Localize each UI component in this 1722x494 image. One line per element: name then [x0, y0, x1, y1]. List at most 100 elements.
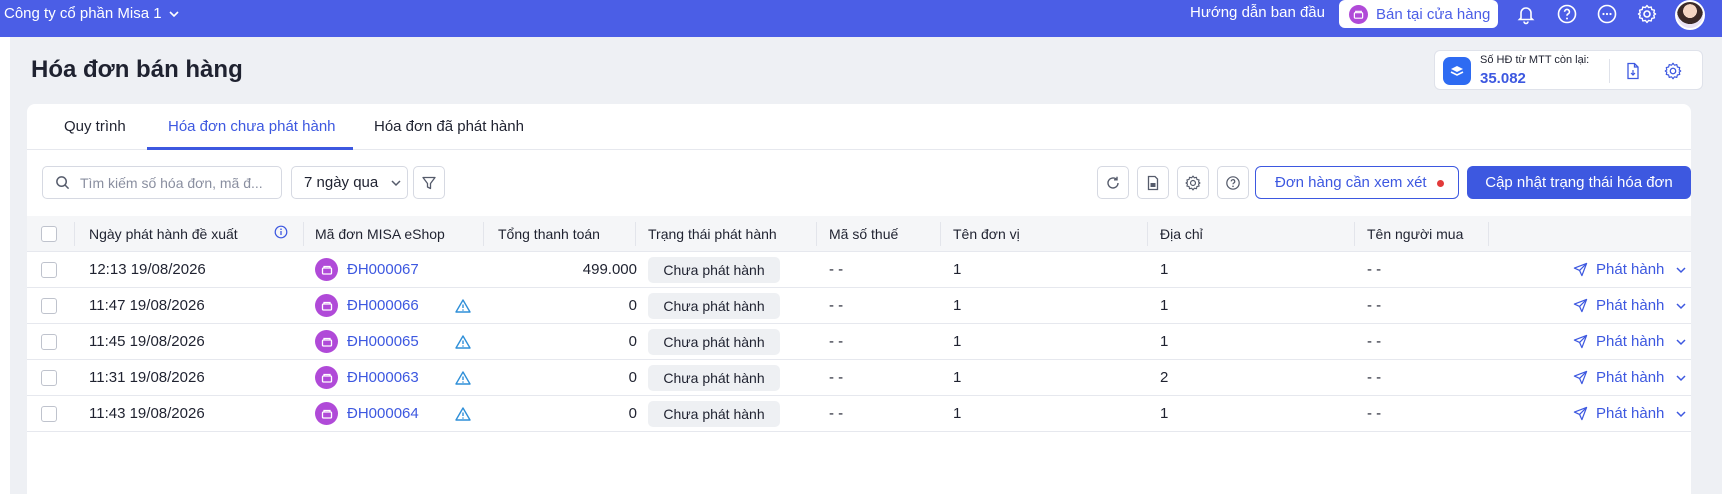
status-badge: Chưa phát hành — [648, 257, 780, 283]
column-header-address[interactable]: Địa chỉ — [1160, 226, 1203, 242]
cell-unit: 1 — [953, 297, 962, 314]
send-icon — [1573, 370, 1588, 385]
row-checkbox[interactable] — [41, 298, 57, 314]
row-checkbox[interactable] — [41, 370, 57, 386]
review-button-label: Đơn hàng cần xem xét — [1275, 174, 1427, 191]
cell-buyer: - - — [1367, 369, 1382, 386]
order-link[interactable]: ĐH000065 — [347, 333, 419, 350]
company-selector[interactable]: Công ty cổ phần Misa 1 — [4, 5, 180, 22]
document-icon[interactable] — [1623, 61, 1643, 81]
guide-link[interactable]: Hướng dẫn ban đầu — [1190, 4, 1325, 21]
table-row[interactable]: 11:31 19/08/2026 ĐH000063 0 Chưa phát hà… — [27, 360, 1691, 396]
eshop-icon — [315, 258, 338, 281]
tab-process[interactable]: Quy trình — [64, 118, 126, 135]
send-icon — [1573, 406, 1588, 421]
chevron-down-icon[interactable] — [1675, 264, 1687, 276]
chevron-down-icon[interactable] — [1675, 372, 1687, 384]
row-checkbox[interactable] — [41, 406, 57, 422]
order-link[interactable]: ĐH000067 — [347, 261, 419, 278]
help-button[interactable] — [1217, 166, 1249, 199]
filter-button[interactable] — [413, 166, 445, 199]
bell-icon[interactable] — [1515, 3, 1537, 25]
chevron-down-icon[interactable] — [1675, 408, 1687, 420]
cell-unit: 1 — [953, 369, 962, 386]
column-header-buyer[interactable]: Tên người mua — [1367, 226, 1463, 242]
issue-button[interactable]: Phát hành — [1573, 405, 1664, 422]
issue-button[interactable]: Phát hành — [1573, 261, 1664, 278]
status-badge: Chưa phát hành — [648, 365, 780, 391]
select-all-checkbox[interactable] — [41, 226, 57, 242]
tab-issued[interactable]: Hóa đơn đã phát hành — [374, 118, 524, 135]
column-divider — [940, 222, 941, 246]
issue-button[interactable]: Phát hành — [1573, 369, 1664, 386]
status-badge: Chưa phát hành — [648, 329, 780, 355]
cell-tax: - - — [829, 369, 844, 386]
row-checkbox[interactable] — [41, 334, 57, 350]
cell-tax: - - — [829, 261, 844, 278]
column-divider — [303, 222, 304, 246]
issue-button[interactable]: Phát hành — [1573, 333, 1664, 350]
period-select[interactable]: 7 ngày qua — [291, 166, 408, 199]
active-tab-indicator — [147, 147, 353, 150]
gear-icon[interactable] — [1636, 3, 1658, 25]
order-link[interactable]: ĐH000063 — [347, 369, 419, 386]
chevron-down-icon[interactable] — [1675, 336, 1687, 348]
table-row[interactable]: 12:13 19/08/2026 ĐH000067 499.000 Chưa p… — [27, 252, 1691, 288]
column-header-tax[interactable]: Mã số thuế — [829, 226, 898, 242]
table-row[interactable]: 11:43 19/08/2026 ĐH000064 0 Chưa phát hà… — [27, 396, 1691, 432]
column-divider — [483, 222, 484, 246]
row-checkbox[interactable] — [41, 262, 57, 278]
store-sales-button[interactable]: Bán tại cửa hàng — [1339, 0, 1498, 28]
issue-button[interactable]: Phát hành — [1573, 297, 1664, 314]
tab-unissued[interactable]: Hóa đơn chưa phát hành — [168, 118, 336, 135]
notification-dot — [1437, 180, 1444, 187]
info-icon[interactable] — [274, 225, 288, 239]
column-header-date[interactable]: Ngày phát hành đề xuất — [89, 226, 238, 242]
invoice-card: Quy trình Hóa đơn chưa phát hành Hóa đơn… — [27, 104, 1691, 494]
cell-tax: - - — [829, 405, 844, 422]
column-header-unit[interactable]: Tên đơn vị — [953, 226, 1020, 242]
more-icon[interactable] — [1596, 3, 1618, 25]
orders-to-review-button[interactable]: Đơn hàng cần xem xét — [1255, 166, 1459, 199]
filter-icon — [422, 176, 436, 189]
warning-icon[interactable] — [455, 334, 471, 350]
cell-buyer: - - — [1367, 405, 1382, 422]
update-invoice-status-button[interactable]: Cập nhật trạng thái hóa đơn — [1467, 166, 1691, 199]
tab-bar: Quy trình Hóa đơn chưa phát hành Hóa đơn… — [27, 104, 1691, 150]
chevron-down-icon[interactable] — [1675, 300, 1687, 312]
cell-date: 11:43 19/08/2026 — [89, 405, 205, 422]
cell-date: 12:13 19/08/2026 — [89, 261, 206, 278]
settings-button[interactable] — [1177, 166, 1209, 199]
warning-icon[interactable] — [455, 370, 471, 386]
column-header-order[interactable]: Mã đơn MISA eShop — [315, 226, 445, 242]
warning-icon[interactable] — [455, 298, 471, 314]
chevron-down-icon — [169, 10, 179, 17]
order-link[interactable]: ĐH000064 — [347, 405, 419, 422]
column-divider — [635, 222, 636, 246]
column-divider — [1147, 222, 1148, 246]
order-link[interactable]: ĐH000066 — [347, 297, 419, 314]
help-icon[interactable] — [1556, 3, 1578, 25]
column-header-status[interactable]: Trạng thái phát hành — [648, 226, 777, 242]
gear-icon[interactable] — [1663, 61, 1683, 81]
column-header-total[interactable]: Tổng thanh toán — [498, 226, 600, 242]
cell-date: 11:45 19/08/2026 — [89, 333, 205, 350]
issue-label: Phát hành — [1596, 405, 1665, 422]
cell-tax: - - — [829, 333, 844, 350]
table-row[interactable]: 11:45 19/08/2026 ĐH000065 0 Chưa phát hà… — [27, 324, 1691, 360]
eshop-icon — [315, 330, 338, 353]
send-icon — [1573, 262, 1588, 277]
cell-total: 499.000 — [582, 261, 637, 278]
eshop-icon — [315, 366, 338, 389]
cell-date: 11:31 19/08/2026 — [89, 369, 205, 386]
avatar[interactable] — [1675, 0, 1705, 30]
table-row[interactable]: 11:47 19/08/2026 ĐH000066 0 Chưa phát hà… — [27, 288, 1691, 324]
cell-total: 0 — [628, 333, 637, 350]
divider — [1609, 59, 1610, 83]
warning-icon[interactable] — [455, 406, 471, 422]
search-input[interactable] — [80, 174, 270, 191]
refresh-button[interactable] — [1097, 166, 1129, 199]
export-button[interactable] — [1137, 166, 1169, 199]
mtt-invoice-counter: Số HĐ từ MTT còn lại: 35.082 — [1434, 50, 1703, 90]
cell-address: 1 — [1160, 297, 1169, 314]
